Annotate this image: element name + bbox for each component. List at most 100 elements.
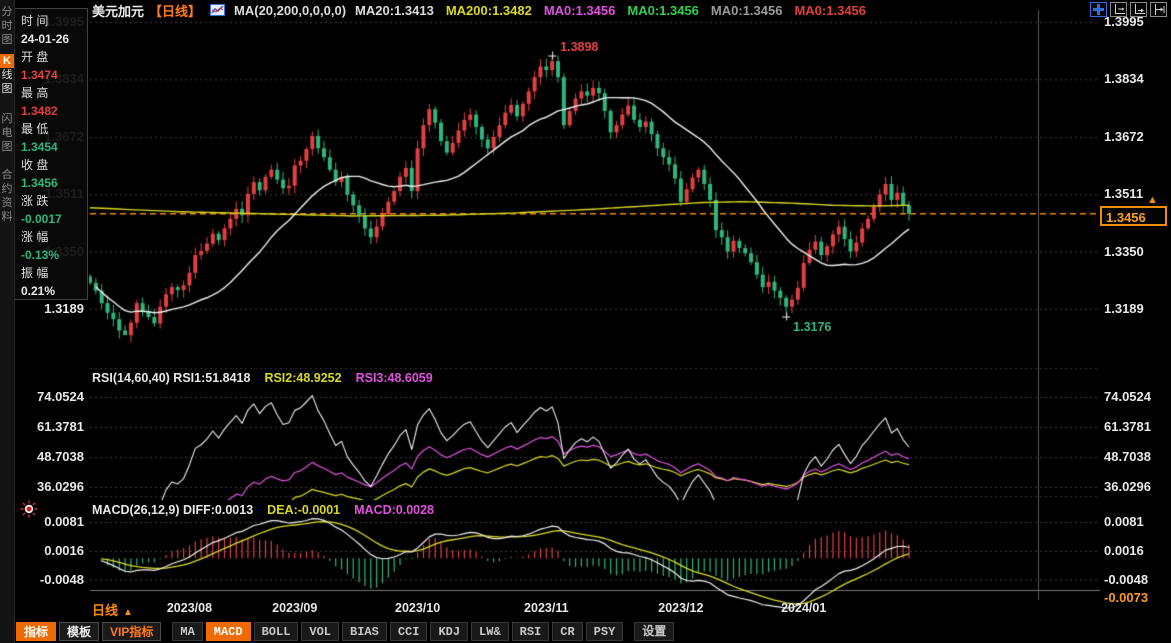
sidebar-tab-char: 图 (0, 33, 14, 47)
toolbar-button-bias[interactable]: BIAS (342, 622, 387, 641)
toolbar-button-ma[interactable]: MA (172, 622, 202, 641)
period-selector[interactable]: 日线 ▲ (92, 600, 133, 619)
pan-right-icon[interactable] (1150, 2, 1167, 17)
price-label: 1.3834 (1104, 71, 1144, 86)
rsi-label: 61.3781 (1104, 419, 1151, 434)
rsi-label: 74.0524 (20, 389, 84, 404)
macd-header-value: DEA:-0.0001 (267, 503, 340, 517)
toolbar-button-template[interactable]: 模板 (59, 622, 99, 641)
chart-tool-buttons (1090, 2, 1167, 17)
toolbar-button-cr[interactable]: CR (552, 622, 582, 641)
sidebar-tab-char: 图 (0, 82, 14, 96)
quote-row-value: -0.13% (21, 246, 87, 264)
quote-row-label: 涨 幅 (21, 228, 87, 246)
macd-min-label: -0.0073 (1104, 590, 1148, 605)
sidebar-tab-kline-chart[interactable]: K线图 (0, 54, 14, 96)
quote-row-label: 涨 跌 (21, 192, 87, 210)
chart-header: 美元加元 【日线】 MA(20,200,0,0,0,0) MA20:1.3413… (92, 2, 866, 18)
price-up-arrow-icon: ▲ (1147, 194, 1158, 206)
sidebar-tab-char: 分 (0, 5, 14, 19)
toolbar-button-cci[interactable]: CCI (390, 622, 428, 641)
rsi-panel-header: RSI(14,60,40) RSI1:51.8418 RSI2:48.9252 RS… (92, 371, 433, 385)
zoom-y-axis-icon[interactable] (1110, 2, 1127, 17)
period-selector-label: 日线 (92, 603, 118, 618)
sidebar-tab-char: 闪 (0, 112, 14, 126)
macd-label: 0.0081 (1104, 514, 1144, 529)
indicator-toolbar: 指标模板VIP指标 MAMACDBOLLVOLBIASCCIKDJLW&RSICR… (16, 620, 674, 642)
quote-row-value: 1.3454 (21, 138, 87, 156)
sidebar-tab-lightning-chart[interactable]: 闪电图 (0, 112, 14, 154)
rsi-label: 48.7038 (20, 449, 84, 464)
price-label: 1.3350 (1104, 244, 1144, 259)
quote-row-label: 振 幅 (21, 264, 87, 282)
quote-row-value: -0.0017 (21, 210, 87, 228)
rsi-label: 36.0296 (20, 479, 84, 494)
ma-values: MA20:1.3413MA200:1.3482MA0:1.3456MA0:1.3… (355, 3, 866, 18)
chart-canvas[interactable] (0, 0, 1171, 643)
price-label: 1.3511 (1104, 186, 1143, 201)
current-price-value: 1.3456 (1106, 210, 1146, 225)
sidebar-tab-time-share-chart[interactable]: 分时图 (0, 5, 14, 47)
ma-value-label: MA0:1.3456 (794, 3, 866, 18)
time-axis-tick: 2023/08 (159, 601, 219, 615)
time-axis-tick: 2024/01 (774, 601, 834, 615)
macd-header-value: MACD(26,12,9) DIFF:0.0013 (92, 503, 253, 517)
toolbar-button-rsi[interactable]: RSI (512, 622, 550, 641)
price-label: 1.3189 (1104, 301, 1144, 316)
quote-row-value: 0.21% (21, 282, 87, 300)
toolbar-button-lw[interactable]: LW& (471, 622, 509, 641)
quote-row-label: 开 盘 (21, 48, 87, 66)
quote-row-value: 1.3474 (21, 66, 87, 84)
crosshair-icon[interactable] (1090, 2, 1107, 17)
toolbar-button-boll[interactable]: BOLL (254, 622, 299, 641)
low-price-annotation: 1.3176 (793, 320, 831, 334)
quote-row-label: 最 低 (21, 120, 87, 138)
sidebar-tab-char: 线 (0, 68, 14, 82)
rsi-label: 36.0296 (1104, 479, 1151, 494)
ma-value-label: MA0:1.3456 (544, 3, 616, 18)
quote-row-label: 时 间 (21, 12, 87, 30)
macd-panel-header: MACD(26,12,9) DIFF:0.0013 DEA:-0.0001 MACD… (92, 503, 434, 517)
period-dropdown-arrow-icon: ▲ (123, 607, 133, 618)
quote-row-value: 1.3482 (21, 102, 87, 120)
period-tag: 【日线】 (149, 1, 201, 20)
macd-label: -0.0048 (20, 572, 84, 587)
quote-row-value: 1.3456 (21, 174, 87, 192)
toolbar-button-kdj[interactable]: KDJ (430, 622, 468, 641)
macd-label: 0.0016 (20, 543, 84, 558)
rsi-header-value: RSI2:48.9252 (264, 371, 341, 385)
sidebar-tab-contract-info[interactable]: 合约资料 (0, 168, 14, 224)
macd-header-value: MACD:0.0028 (354, 503, 434, 517)
ma-value-label: MA0:1.3456 (627, 3, 699, 18)
time-axis-tick: 2023/12 (651, 601, 711, 615)
high-price-annotation: 1.3898 (560, 40, 598, 54)
quote-row-label: 最 高 (21, 84, 87, 102)
toolbar-button-psy[interactable]: PSY (586, 622, 624, 641)
rsi-label: 74.0524 (1104, 389, 1151, 404)
trading-app-window: { "window_title": "美元加元 日线", "colors": {… (0, 0, 1171, 643)
line-chart-icon (210, 4, 225, 16)
quote-panel: 时 间24-01-26开 盘1.3474最 高1.3482最 低1.3454收 … (14, 8, 88, 300)
sidebar-tab-char: 合 (0, 168, 14, 182)
toolbar-button-macd[interactable]: MACD (206, 622, 251, 641)
rsi-label: 48.7038 (1104, 449, 1151, 464)
rsi-header-value: RSI3:48.6059 (356, 371, 433, 385)
sidebar-tab-char: K (0, 54, 14, 68)
toolbar-button-vol[interactable]: VOL (301, 622, 339, 641)
sidebar-tab-char: 料 (0, 210, 14, 224)
ma-value-label: MA20:1.3413 (355, 3, 434, 18)
macd-label: 0.0081 (20, 514, 84, 529)
rsi-label: 61.3781 (20, 419, 84, 434)
time-axis-tick: 2023/10 (388, 601, 448, 615)
left-tab-strip: 分时图K线图闪电图合约资料 (0, 0, 15, 643)
rsi-header-value: RSI(14,60,40) RSI1:51.8418 (92, 371, 250, 385)
toolbar-button-indicator[interactable]: 指标 (16, 622, 56, 641)
toolbar-button-vip-indicator[interactable]: VIP指标 (102, 622, 161, 641)
symbol-title: 美元加元 (92, 1, 144, 20)
toolbar-button-settings[interactable]: 设置 (634, 622, 674, 641)
ma-settings-label: MA(20,200,0,0,0,0) (234, 3, 346, 18)
zoom-x-axis-icon[interactable] (1130, 2, 1147, 17)
sidebar-tab-char: 资 (0, 196, 14, 210)
sidebar-tab-char: 约 (0, 182, 14, 196)
sidebar-tab-char: 时 (0, 19, 14, 33)
